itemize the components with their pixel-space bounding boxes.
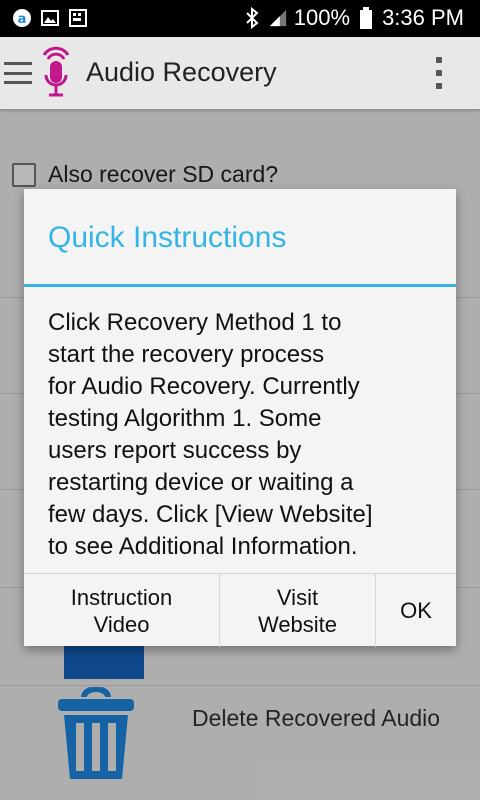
svg-text:a: a [18, 12, 27, 27]
battery-percent: 100% [293, 5, 351, 30]
button-label-line: Visit [276, 584, 319, 610]
quick-instructions-dialog: Quick Instructions Click Recovery Method… [24, 189, 456, 647]
dialog-title-divider [24, 284, 456, 287]
message-line: Click Recovery Method 1 to [48, 309, 342, 336]
clock: 3:36 PM [382, 5, 464, 30]
image-icon [40, 8, 60, 28]
battery-icon [356, 7, 376, 29]
message-line: users report success by [48, 437, 302, 464]
bluetooth-icon [242, 7, 262, 29]
dialog-message: Click Recovery Method 1 to start the rec… [48, 307, 438, 563]
hamburger-icon[interactable] [4, 59, 34, 87]
app-title: Audio Recovery [86, 57, 277, 87]
ok-button[interactable]: OK [376, 574, 456, 647]
a-logo-icon: a [12, 8, 32, 28]
visit-website-button[interactable]: Visit Website [220, 574, 376, 647]
message-line: to see Additional Information. [48, 533, 358, 560]
signal-icon [268, 8, 288, 28]
message-line: few days. Click [View Website] [48, 501, 373, 528]
instruction-video-button[interactable]: Instruction Video [24, 574, 220, 647]
message-line: restarting device or waiting a [48, 469, 354, 496]
button-label-line: Video [93, 611, 150, 637]
overflow-menu-icon[interactable] [436, 57, 444, 89]
microphone-icon [38, 45, 74, 101]
dialog-title: Quick Instructions [48, 221, 287, 254]
app-bar: Audio Recovery [0, 37, 480, 109]
status-bar: a 100% 3:36 PM [0, 0, 480, 37]
dialog-button-bar: Instruction Video Visit Website OK [24, 573, 456, 647]
message-line: start the recovery process [48, 341, 325, 368]
button-label-line: Instruction [70, 584, 173, 610]
message-line: testing Algorithm 1. Some [48, 405, 322, 432]
message-line: for Audio Recovery. Currently [48, 373, 360, 400]
keyboard-icon [68, 8, 88, 28]
button-label-line: Website [257, 611, 338, 637]
